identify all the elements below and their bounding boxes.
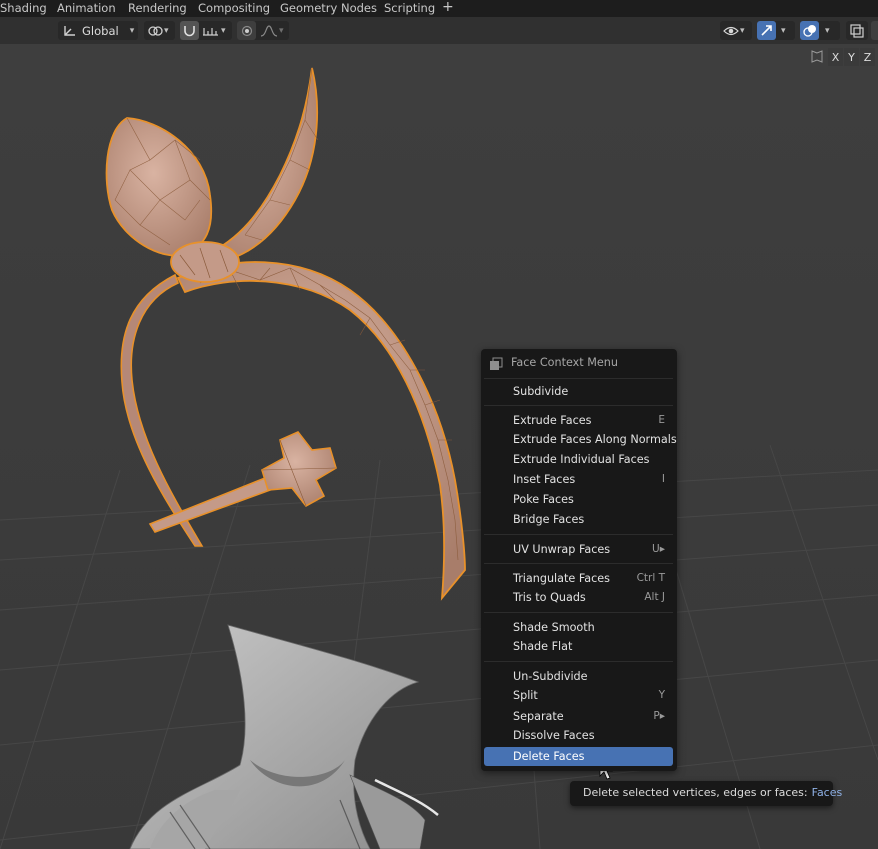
menu-item-triangulate-faces[interactable]: Triangulate Faces Ctrl T [484, 569, 673, 588]
orientation-gizmo-icon [64, 25, 75, 36]
chevron-down-icon: ▾ [221, 25, 226, 36]
menu-item-uv-unwrap-faces[interactable]: UV Unwrap Faces U▸ [484, 540, 673, 559]
tab-geometry-nodes[interactable]: Geometry Nodes [280, 1, 377, 15]
menu-divider [484, 534, 673, 535]
axis-x-toggle[interactable]: X [828, 48, 843, 66]
face-select-icon [490, 357, 503, 370]
menu-title: Face Context Menu [511, 356, 618, 369]
menu-item-subdivide[interactable]: Subdivide [484, 382, 673, 401]
proportional-edit-group: ▾ [237, 21, 289, 40]
menu-item-extrude-along-normals[interactable]: Extrude Faces Along Normals [484, 430, 677, 449]
tooltip-text: Delete selected vertices, edges or faces… [583, 786, 808, 799]
snap-group: ▾ [180, 21, 232, 40]
chevron-down-icon: ▾ [164, 25, 169, 36]
chevron-down-icon[interactable]: ▾ [781, 26, 786, 36]
menu-divider [484, 378, 673, 379]
menu-divider [484, 661, 673, 662]
xray-icon [850, 23, 864, 38]
tab-rendering[interactable]: Rendering [128, 1, 187, 15]
add-workspace-button[interactable]: + [442, 0, 454, 15]
mirror-axis-row: X Y Z [807, 48, 875, 66]
scene-canvas [0, 44, 878, 849]
pivot-link-icon [148, 25, 163, 36]
menu-item-tris-to-quads[interactable]: Tris to Quads Alt J [484, 588, 673, 607]
snap-toggle[interactable] [180, 21, 199, 40]
delete-tooltip: Delete selected vertices, edges or faces… [570, 781, 842, 806]
menu-item-inset-faces[interactable]: Inset Faces I [484, 470, 673, 489]
shading-mode-button[interactable] [871, 21, 878, 40]
menu-item-split[interactable]: Split Y [484, 686, 673, 705]
face-context-menu: Face Context Menu Subdivide Extrude Face… [481, 349, 677, 771]
tab-scripting[interactable]: Scripting [384, 1, 435, 15]
xray-toggle[interactable] [846, 21, 868, 40]
tab-animation[interactable]: Animation [57, 1, 116, 15]
menu-item-separate[interactable]: Separate P▸ [484, 707, 673, 726]
proportional-edit-icon [241, 25, 252, 36]
orientation-value: Global [82, 23, 119, 38]
overlay-circles-icon [802, 24, 816, 37]
workspace-tabs: Shading Animation Rendering Compositing … [0, 0, 878, 17]
menu-item-delete-faces[interactable]: Delete Faces [484, 747, 673, 766]
proportional-edit-toggle[interactable] [237, 21, 256, 40]
axis-y-toggle[interactable]: Y [844, 48, 859, 66]
menu-item-shade-smooth[interactable]: Shade Smooth [484, 618, 673, 637]
falloff-curve-icon[interactable] [260, 24, 278, 38]
viewport-header: Global ▾ ▾ ▾ ▾ ▾ ▾ ▾ [0, 17, 878, 44]
magnet-icon [184, 26, 195, 37]
menu-item-extrude-individual[interactable]: Extrude Individual Faces [484, 450, 673, 469]
3d-viewport[interactable] [0, 44, 878, 849]
chevron-down-icon: ▾ [129, 25, 135, 36]
tab-compositing[interactable]: Compositing [198, 1, 270, 15]
menu-divider [484, 563, 673, 564]
overlays-group: ▾ [800, 21, 840, 40]
gizmo-toggle[interactable] [757, 21, 776, 40]
tab-shading[interactable]: Shading [0, 1, 47, 15]
visibility-dropdown[interactable]: ▾ [720, 21, 752, 40]
pivot-point-dropdown[interactable]: ▾ [144, 21, 175, 40]
menu-divider [484, 612, 673, 613]
axis-z-toggle[interactable]: Z [860, 48, 875, 66]
chevron-down-icon[interactable]: ▾ [825, 26, 830, 36]
overlays-toggle[interactable] [800, 21, 819, 40]
menu-item-dissolve-faces[interactable]: Dissolve Faces [484, 726, 673, 745]
gizmo-arrow-icon [761, 25, 772, 36]
snap-increment-icon[interactable] [202, 24, 220, 38]
menu-item-shade-flat[interactable]: Shade Flat [484, 637, 673, 656]
menu-item-poke-faces[interactable]: Poke Faces [484, 490, 673, 509]
tooltip-value: Faces [811, 786, 843, 799]
chevron-down-icon: ▾ [740, 25, 745, 36]
menu-divider [484, 405, 673, 406]
menu-item-un-subdivide[interactable]: Un-Subdivide [484, 667, 673, 686]
menu-item-extrude-faces[interactable]: Extrude Faces E [484, 411, 673, 430]
gizmo-group: ▾ [757, 21, 795, 40]
transform-orientation-dropdown[interactable]: Global ▾ [58, 21, 138, 40]
chevron-down-icon: ▾ [279, 25, 284, 36]
mirror-butterfly-icon [807, 48, 827, 66]
eye-icon [723, 26, 739, 35]
menu-header: Face Context Menu [481, 349, 677, 377]
menu-item-bridge-faces[interactable]: Bridge Faces [484, 510, 673, 529]
